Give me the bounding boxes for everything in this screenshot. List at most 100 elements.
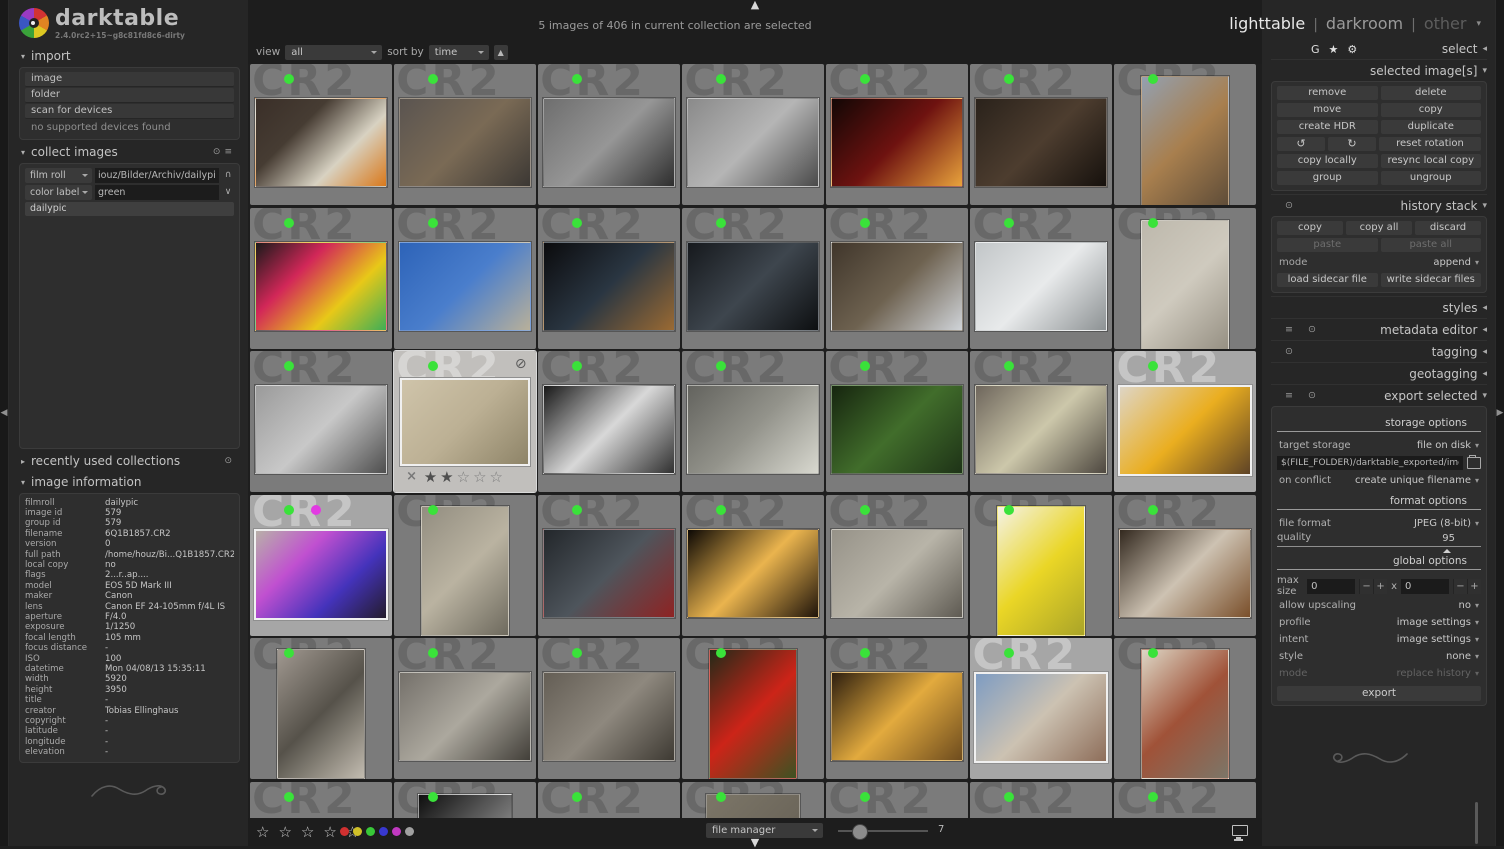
rule-value-input[interactable] [95, 184, 219, 200]
reset-rotation-button[interactable]: reset rotation [1379, 137, 1481, 151]
rotate-cw-button[interactable]: ↻ [1328, 137, 1376, 151]
thumb-cell-spaniel-dog[interactable]: CR2 [1114, 494, 1256, 636]
thumb-cell-clay-rabbit[interactable]: CR2 [394, 64, 536, 205]
load-sidecar-button[interactable]: load sidecar file [1277, 273, 1378, 287]
star-filled-icon[interactable]: ★ [440, 468, 456, 486]
thumb-cell-juice-glass[interactable]: CR2 [1114, 351, 1256, 492]
thumb-cell-bike-lever[interactable]: CR2 [682, 207, 824, 349]
on-conflict-dropdown[interactable]: create unique filename [1355, 475, 1471, 486]
history-paste-button[interactable]: paste [1277, 238, 1378, 252]
file-format-dropdown[interactable]: JPEG (8-bit) [1414, 518, 1471, 529]
preferences-gear-icon[interactable]: ⚙ [1347, 43, 1357, 56]
increment-button[interactable]: + [1373, 578, 1388, 594]
decrement-button[interactable]: − [1359, 578, 1374, 594]
thumb-cell-red-tulip[interactable]: CR2 [682, 638, 824, 779]
export-mode-dropdown[interactable]: replace history [1396, 668, 1471, 679]
grouping-toggle-icon[interactable]: G [1311, 43, 1320, 56]
history-copy-all-button[interactable]: copy all [1346, 221, 1412, 235]
rule-value-input[interactable] [95, 167, 219, 183]
reset-icon[interactable]: ⊙ [1285, 200, 1299, 211]
thumb-cell-hand-with-key[interactable]: CR2 [538, 64, 680, 205]
styles-header[interactable]: styles ◂ [1271, 296, 1487, 318]
thumb-cell-willow-catkins[interactable]: CR2 [394, 207, 536, 349]
intent-dropdown[interactable]: image settings [1397, 634, 1471, 645]
star-filled-icon[interactable]: ★ [424, 468, 440, 486]
presets-icon[interactable]: ≡ [1285, 390, 1299, 401]
thumb-cell-crocuses[interactable]: CR2 [826, 207, 968, 349]
collect-result-item[interactable]: dailypic [25, 201, 234, 216]
collapse-bottom-panel-icon[interactable]: ▼ [751, 836, 759, 849]
choose-folder-icon[interactable] [1467, 455, 1481, 469]
thumb-cell-fern[interactable]: CR2 [826, 351, 968, 492]
thumb-cell-fabric-stitching[interactable]: CR2 [538, 494, 680, 636]
group-overlay-icon[interactable]: ⊘ [515, 356, 527, 372]
thumb-cell-forsythia[interactable]: CR2 [970, 494, 1112, 636]
collapse-top-panel-icon[interactable]: ▲ [751, 0, 759, 11]
create-hdr-button[interactable]: create HDR [1277, 120, 1378, 134]
image-info-header[interactable]: ▾ image information [9, 474, 248, 491]
history-stack-header[interactable]: ⊙ history stack ▾ [1271, 194, 1487, 216]
tagging-header[interactable]: ⊙ tagging ◂ [1271, 340, 1487, 362]
duplicate-button[interactable]: duplicate [1380, 120, 1481, 134]
export-header[interactable]: ≡ ⊙ export selected ▾ [1271, 384, 1487, 406]
thumb-cell-shell-in-hands[interactable]: CR2 [970, 638, 1112, 779]
rule-param-dropdown[interactable]: film roll [25, 167, 92, 183]
color-label-button[interactable] [392, 827, 401, 836]
thumb-cell-lufthansa-relief[interactable]: CR2 [394, 494, 536, 636]
thumb-cell-palace-portal[interactable]: CR2 [1114, 638, 1256, 779]
color-label-button[interactable] [366, 827, 375, 836]
thumb-cell-climbing-wall[interactable]: CR2 ⊘ × ★★☆☆☆ [393, 350, 537, 493]
copy-button[interactable]: copy [1380, 103, 1481, 117]
thumb-cell-candle-lights[interactable]: CR2 [682, 494, 824, 636]
geotagging-header[interactable]: geotagging ◂ [1271, 362, 1487, 384]
display-profile-icon[interactable] [1232, 825, 1248, 839]
reset-icon[interactable]: ⊙ [213, 147, 225, 157]
increment-button[interactable]: + [1467, 578, 1481, 594]
recent-collections-header[interactable]: ▸ recently used collections ⊙ [9, 453, 248, 470]
layout-mode-dropdown[interactable]: file manager [706, 823, 823, 838]
collapse-right-panel-icon[interactable]: ▶ [1496, 408, 1504, 418]
ungroup-button[interactable]: ungroup [1380, 171, 1481, 185]
right-panel-scrollbar[interactable] [1475, 802, 1478, 844]
rule-param-dropdown[interactable]: color label [25, 184, 92, 200]
thumb-cell-pear-figurine[interactable]: CR2 [970, 351, 1112, 492]
reset-icon[interactable]: ⊙ [1308, 324, 1322, 335]
import-module-header[interactable]: ▾ import [9, 48, 248, 65]
collapse-left-panel-icon[interactable]: ◀ [0, 408, 8, 418]
thumb-cell-candle-jar[interactable]: CR2 [826, 638, 968, 779]
scan-devices-button[interactable]: scan for devices [25, 103, 234, 119]
allow-upscaling-dropdown[interactable]: no [1459, 600, 1471, 611]
thumb-cell-guitar-picks[interactable]: CR2 [250, 207, 392, 349]
resync-local-copy-button[interactable]: resync local copy [1380, 154, 1481, 168]
copy-locally-button[interactable]: copy locally [1277, 154, 1378, 168]
star-empty-icon[interactable]: ☆ [473, 468, 489, 486]
thumb-cell-stone-arch[interactable]: CR2 [394, 638, 536, 779]
style-dropdown[interactable]: none [1446, 651, 1471, 662]
thumb-cell-boar[interactable]: CR2 [970, 64, 1112, 205]
reset-icon[interactable]: ⊙ [1308, 390, 1322, 401]
export-button[interactable]: export [1277, 686, 1481, 701]
rule-narrow-icon[interactable]: ∩ [222, 170, 234, 180]
star-empty-icon[interactable]: ☆ [490, 468, 506, 486]
selected-images-header[interactable]: selected image[s] ▾ [1271, 59, 1487, 81]
select-module-header[interactable]: select ◂ [1442, 39, 1487, 60]
thumb-cell-colorful-hair[interactable]: CR2 [250, 494, 392, 636]
thumb-cell-bw-station[interactable]: CR2 [538, 351, 680, 492]
overlays-star-icon[interactable]: ★ [1329, 43, 1339, 56]
view-filter-dropdown[interactable]: all [285, 44, 383, 60]
thumb-cell-ashtray-smoke[interactable]: CR2 [538, 207, 680, 349]
export-path-input[interactable] [1277, 456, 1463, 470]
sort-ascending-button[interactable]: ▲ [493, 44, 508, 60]
rotate-ccw-button[interactable]: ↺ [1277, 137, 1325, 151]
view-darkroom[interactable]: darkroom [1326, 14, 1403, 33]
thumb-cell-brick-window[interactable]: CR2 [250, 638, 392, 779]
metadata-editor-header[interactable]: ≡ ⊙ metadata editor ◂ [1271, 318, 1487, 340]
color-label-button[interactable] [353, 827, 362, 836]
thumb-cell-wall-crack[interactable]: CR2 [1114, 207, 1256, 349]
color-label-button[interactable] [340, 827, 349, 836]
thumb-cell-fried-egg[interactable]: CR2 [250, 64, 392, 205]
presets-icon[interactable]: ≡ [1285, 324, 1299, 335]
thumb-cell-roof-shingles[interactable]: CR2 [538, 638, 680, 779]
reset-icon[interactable]: ⊙ [1285, 346, 1299, 357]
zoom-slider[interactable] [838, 824, 928, 840]
